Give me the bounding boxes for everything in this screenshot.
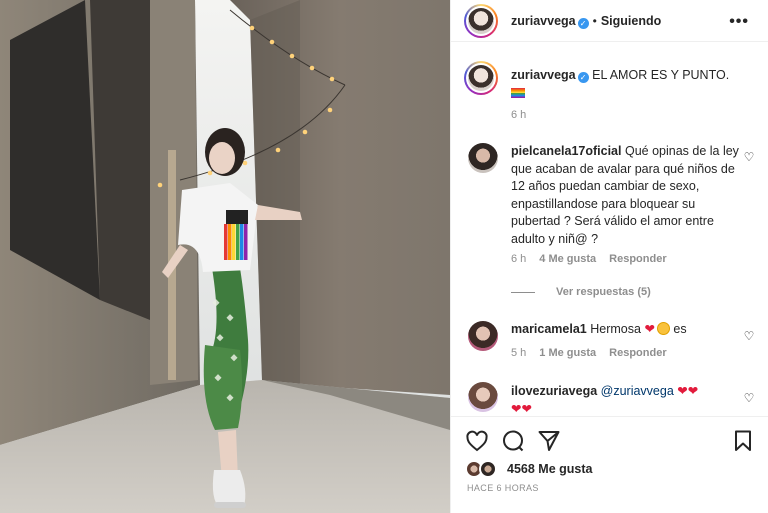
like-comment-heart-icon[interactable]: ♡ bbox=[743, 330, 755, 342]
author-avatar[interactable] bbox=[464, 4, 498, 38]
smiling-emoji-icon bbox=[656, 322, 670, 335]
post-photo[interactable] bbox=[0, 0, 450, 513]
verified-badge-icon: ✓ bbox=[577, 18, 589, 29]
instagram-post: zuriavvega ✓ • Siguiendo ••• zuriavvega ✓ EL… bbox=[0, 0, 768, 513]
commenter-avatar[interactable] bbox=[468, 382, 498, 412]
comment-1-likes[interactable]: 4 Me gusta bbox=[539, 253, 596, 265]
red-heart-icon: ❤ bbox=[687, 384, 699, 398]
red-heart-icon: ❤ bbox=[521, 401, 532, 416]
comment-2-text: Hermosa bbox=[590, 322, 641, 336]
likes-count[interactable]: 4568 Me gusta bbox=[507, 462, 592, 476]
red-heart-icon: ❤ bbox=[511, 401, 522, 416]
red-heart-icon: ❤ bbox=[644, 322, 655, 336]
caption: zuriavvega ✓ EL AMOR ES Y PUNTO. bbox=[511, 67, 751, 102]
comment-1-body: pielcanela17oficial Qué opinas de la ley… bbox=[511, 143, 743, 248]
comment-1-text: Qué opinas de la ley que acaban de avala… bbox=[511, 144, 739, 246]
share-send-icon[interactable] bbox=[537, 429, 561, 453]
commenter-avatar[interactable] bbox=[468, 321, 498, 351]
like-comment-heart-icon[interactable]: ♡ bbox=[743, 392, 755, 404]
comment-2-suffix: es bbox=[673, 322, 687, 336]
comment-2-likes[interactable]: 1 Me gusta bbox=[539, 347, 596, 359]
comment-2-reply-button[interactable]: Responder bbox=[609, 347, 666, 359]
comment-1-username[interactable]: pielcanela17oficial bbox=[511, 144, 621, 158]
comment-2-username[interactable]: maricamela1 bbox=[511, 322, 587, 336]
alley-photo bbox=[0, 0, 450, 513]
comment-1-time: 6 h bbox=[511, 253, 527, 265]
like-heart-icon[interactable] bbox=[465, 429, 489, 453]
comment-2-meta: 5 h 1 Me gusta Responder bbox=[511, 347, 680, 359]
comment-3-username[interactable]: ilovezuriavega bbox=[511, 384, 597, 398]
comment-1-meta: 6 h 4 Me gusta Responder bbox=[511, 253, 680, 265]
caption-author-avatar[interactable] bbox=[464, 61, 498, 95]
post-side-panel: zuriavvega ✓ • Siguiendo ••• zuriavvega ✓ EL… bbox=[450, 0, 768, 513]
post-timestamp: HACE 6 HORAS bbox=[467, 483, 539, 493]
author-username[interactable]: zuriavvega bbox=[511, 14, 576, 28]
view-replies-button[interactable]: Ver respuestas (5) bbox=[556, 286, 664, 298]
more-options-icon[interactable]: ••• bbox=[729, 13, 749, 31]
caption-meta: 6 h bbox=[511, 109, 539, 121]
red-heart-icon: ❤ bbox=[677, 384, 688, 398]
commenter-avatar[interactable] bbox=[468, 143, 498, 173]
caption-text: EL AMOR ES Y PUNTO. bbox=[592, 68, 730, 82]
comment-3-mention[interactable]: @zuriavvega bbox=[601, 384, 674, 398]
replies-divider bbox=[511, 292, 535, 293]
save-bookmark-icon[interactable] bbox=[731, 429, 755, 453]
caption-username[interactable]: zuriavvega bbox=[511, 68, 576, 82]
liker-avatar[interactable] bbox=[479, 460, 497, 478]
rainbow-flag-icon bbox=[511, 88, 525, 99]
separator-dot: • bbox=[592, 14, 597, 28]
verified-badge-icon: ✓ bbox=[577, 72, 589, 83]
post-actions-bar: 4568 Me gusta HACE 6 HORAS bbox=[451, 416, 768, 513]
comment-2-body: maricamela1 Hermosa ❤ es bbox=[511, 321, 743, 339]
post-header: zuriavvega ✓ • Siguiendo ••• bbox=[451, 0, 768, 42]
view-replies-label[interactable]: Ver respuestas (5) bbox=[556, 286, 651, 298]
comment-bubble-icon[interactable] bbox=[501, 429, 525, 453]
header-meta: zuriavvega ✓ • Siguiendo bbox=[511, 14, 661, 29]
comment-2-time: 5 h bbox=[511, 347, 527, 359]
comment-1-reply-button[interactable]: Responder bbox=[609, 253, 666, 265]
like-comment-heart-icon[interactable]: ♡ bbox=[743, 151, 755, 163]
following-button[interactable]: Siguiendo bbox=[601, 14, 661, 28]
comment-3-body: ilovezuriavega @zuriavvega ❤❤ ❤❤ bbox=[511, 383, 743, 418]
caption-time: 6 h bbox=[511, 109, 527, 121]
